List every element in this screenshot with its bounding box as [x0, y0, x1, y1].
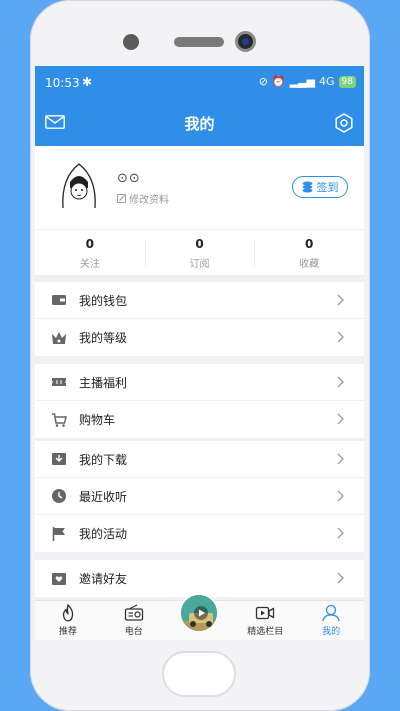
mute-icon: ⊘	[258, 75, 268, 88]
nickname: ⊙⊙	[117, 171, 141, 186]
chevron-right-icon	[337, 331, 344, 343]
download-icon	[52, 453, 66, 465]
stat-label: 收藏	[299, 259, 320, 270]
menu-item-activities[interactable]: 我的活动	[35, 515, 364, 552]
cart-icon	[52, 412, 67, 427]
menu-item-label: 最近收听	[79, 489, 128, 504]
menu-item-invite[interactable]: 邀请好友	[35, 560, 364, 597]
stat-subscriptions[interactable]: 0 订阅	[144, 230, 255, 275]
chevron-right-icon	[337, 413, 344, 425]
stat-value: 0	[85, 237, 95, 251]
network-type: 4G	[319, 75, 335, 88]
menu-item-label: 我的钱包	[79, 293, 128, 308]
menu-item-downloads[interactable]: 我的下载	[35, 441, 364, 478]
menu-item-level[interactable]: 我的等级	[35, 319, 364, 356]
menu-item-label: 主播福利	[79, 375, 128, 390]
front-camera	[235, 31, 256, 52]
earpiece-speaker	[174, 37, 224, 47]
menu-item-label: 邀请好友	[79, 572, 128, 586]
phone-frame: 10:53 ✱ ⊘ ⏰ ▂▃▅ 4G 98 我的 ⊙⊙ 修改资料 签到 0 关注…	[30, 0, 370, 711]
stats-bar: 0 关注 0 订阅 0 收藏	[35, 230, 364, 275]
stat-value: 0	[305, 237, 314, 251]
stat-value: 0	[195, 237, 204, 251]
phone-top-bezel	[30, 0, 370, 66]
tab-mine[interactable]: 我的	[298, 601, 364, 640]
radio-icon	[124, 604, 143, 621]
tab-featured[interactable]: 精选栏目	[232, 601, 298, 640]
settings-icon[interactable]	[334, 113, 354, 133]
menu-item-label: 我的等级	[79, 331, 128, 345]
menu-group-social: 邀请好友	[35, 560, 364, 597]
flame-icon	[62, 604, 74, 622]
status-bar: 10:53 ✱ ⊘ ⏰ ▂▃▅ 4G 98	[35, 66, 364, 100]
tab-label: 精选栏目	[247, 627, 284, 637]
checkin-label: 签到	[316, 181, 339, 194]
front-sensor	[123, 34, 139, 50]
ticket-icon	[52, 378, 66, 386]
checkin-button[interactable]: 签到	[292, 176, 348, 198]
menu-item-cart[interactable]: 购物车	[35, 401, 364, 438]
menu-group-shop: 主播福利 购物车	[35, 364, 364, 438]
chevron-right-icon	[337, 490, 344, 502]
edit-profile-label: 修改资料	[129, 195, 169, 206]
tab-radio[interactable]: 电台	[101, 601, 167, 640]
menu-item-label: 购物车	[79, 413, 116, 427]
menu-item-label: 我的下载	[79, 452, 128, 467]
stat-following[interactable]: 0 关注	[35, 230, 145, 275]
play-center-button[interactable]	[167, 593, 233, 640]
edit-icon	[117, 194, 126, 203]
video-icon	[256, 606, 275, 620]
tab-label: 电台	[124, 627, 143, 637]
wallet-icon	[52, 295, 66, 305]
play-icon	[181, 595, 218, 631]
battery-icon: 98	[338, 75, 356, 88]
menu-item-wallet[interactable]: 我的钱包	[35, 282, 364, 319]
chevron-right-icon	[337, 527, 344, 539]
menu-item-recent[interactable]: 最近收听	[35, 478, 364, 515]
chevron-right-icon	[337, 453, 344, 465]
menu-group-content: 我的下载 最近收听 我的活动	[35, 441, 364, 552]
bottom-tab-bar: 推荐 电台 精选栏目 我的	[35, 593, 364, 640]
edit-profile-link[interactable]: 修改资料	[117, 191, 169, 206]
bluetooth-icon: ✱	[82, 75, 93, 89]
status-time: 10:53	[45, 76, 80, 90]
tab-label: 我的	[322, 627, 341, 637]
chevron-right-icon	[337, 376, 344, 388]
chevron-right-icon	[337, 572, 344, 584]
tab-recommend[interactable]: 推荐	[35, 601, 101, 640]
stat-label: 订阅	[189, 259, 210, 270]
flag-icon	[52, 526, 65, 541]
stat-label: 关注	[79, 259, 100, 270]
menu-group-account: 我的钱包 我的等级	[35, 282, 364, 356]
clock-icon	[52, 489, 66, 503]
coins-icon	[302, 181, 312, 193]
alarm-icon: ⏰	[271, 75, 286, 88]
avatar[interactable]	[53, 158, 105, 210]
invite-icon	[52, 572, 66, 585]
now-playing-cover[interactable]	[179, 593, 220, 633]
user-icon	[322, 604, 340, 622]
tab-label: 推荐	[58, 627, 77, 637]
title-bar: 我的	[35, 100, 364, 146]
chevron-right-icon	[337, 294, 344, 306]
crown-icon	[52, 331, 66, 344]
status-indicators: ⊘ ⏰ ▂▃▅ 4G 98	[259, 75, 356, 88]
app-screen: 10:53 ✱ ⊘ ⏰ ▂▃▅ 4G 98 我的 ⊙⊙ 修改资料 签到 0 关注…	[35, 66, 364, 640]
menu-item-label: 我的活动	[79, 527, 128, 541]
profile-card: ⊙⊙ 修改资料 签到	[35, 146, 364, 229]
page-title: 我的	[184, 115, 215, 133]
signal-icon: ▂▃▅	[289, 75, 316, 88]
home-button[interactable]	[162, 651, 236, 697]
stat-favorites[interactable]: 0 收藏	[254, 230, 364, 275]
menu-item-anchor-welfare[interactable]: 主播福利	[35, 364, 364, 401]
